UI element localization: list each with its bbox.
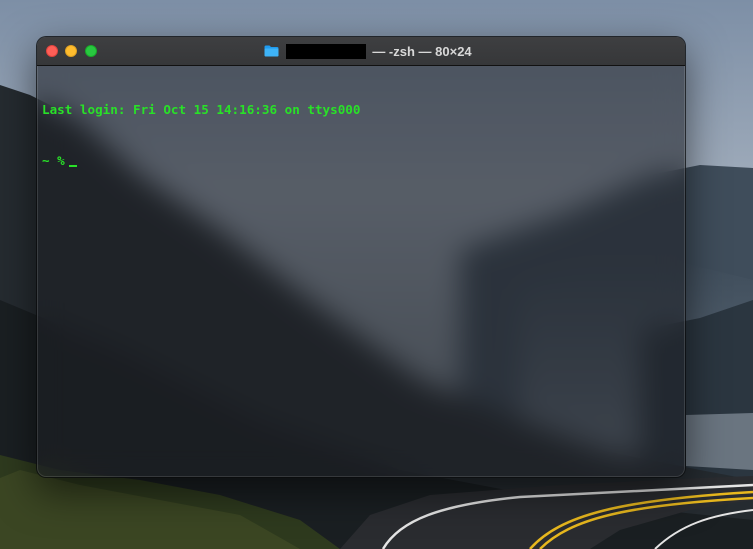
window-title: — -zsh — 80×24 [37,37,685,65]
last-login-line: Last login: Fri Oct 15 14:16:36 on ttys0… [42,102,361,117]
redacted-title-text [286,43,367,59]
terminal-output[interactable]: Last login: Fri Oct 15 14:16:36 on ttys0… [37,66,685,477]
text-cursor [68,165,77,167]
terminal-window[interactable]: — -zsh — 80×24 Last login: Fri Oct 15 14… [36,36,686,478]
shell-prompt: ~ % [42,153,65,168]
window-title-text: — -zsh — 80×24 [372,43,472,59]
folder-icon [264,45,279,57]
title-bar[interactable]: — -zsh — 80×24 [37,37,685,66]
prompt-line: ~ % [42,152,680,169]
